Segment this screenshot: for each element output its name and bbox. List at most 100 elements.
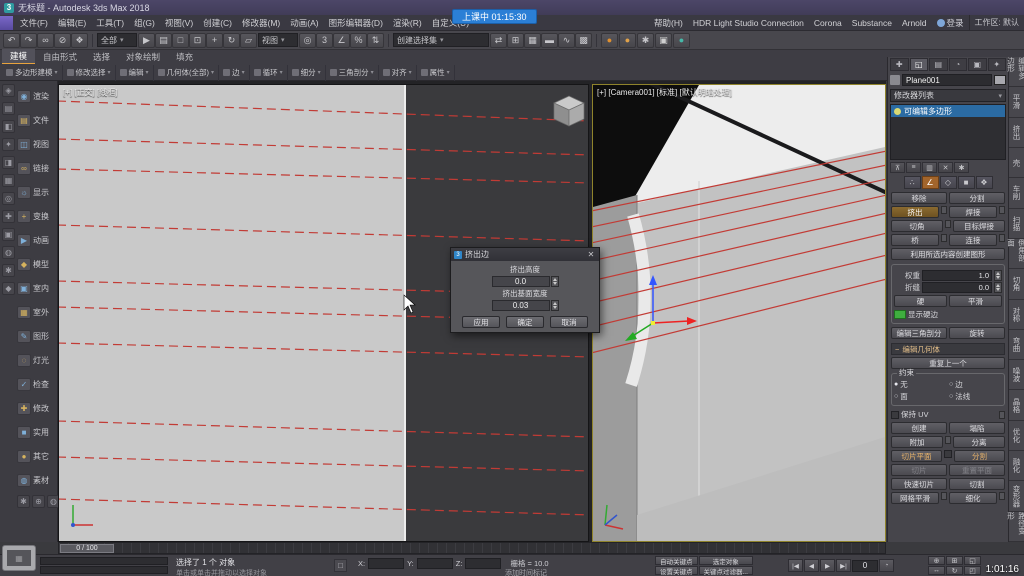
modifier-preset-button[interactable]: 编辑多边形: [1009, 57, 1024, 87]
play-button[interactable]: ▶: [820, 559, 835, 572]
schematic-view-icon[interactable]: ▩: [575, 33, 592, 48]
pan-icon[interactable]: ↔: [928, 566, 945, 575]
menu-item[interactable]: 组(G): [129, 15, 160, 31]
sidebar-mini-icon[interactable]: ◆: [2, 282, 15, 295]
menu-item[interactable]: 视图(V): [160, 15, 198, 31]
mirror-icon[interactable]: ⇄: [490, 33, 507, 48]
tessellate-settings-icon[interactable]: [999, 492, 1005, 500]
sidebar-mini-icon[interactable]: ✦: [2, 138, 15, 151]
make-unique-icon[interactable]: ▥: [922, 162, 937, 173]
modifier-stack[interactable]: 可编辑多边形: [890, 104, 1006, 160]
ribbon-tab[interactable]: 自由形式: [35, 50, 85, 64]
weld-button[interactable]: 焊接: [949, 206, 997, 218]
modifier-preset-button[interactable]: 优化: [1009, 421, 1024, 451]
ribbon-button[interactable]: 几何体(全部): [154, 65, 220, 81]
modifier-preset-button[interactable]: 切角: [1009, 269, 1024, 299]
sidebar-mini-icon[interactable]: ✱: [2, 264, 15, 277]
go-to-start-button[interactable]: |◀: [788, 559, 803, 572]
sidebar-extra-icon[interactable]: ⊕: [32, 495, 45, 508]
unlink-selection-icon[interactable]: ⊘: [54, 33, 71, 48]
rendered-frame-window-icon[interactable]: ▣: [655, 33, 672, 48]
ribbon-button[interactable]: 多边形建模: [2, 65, 63, 81]
ribbon-button[interactable]: 边: [219, 65, 250, 81]
selection-lock-icon[interactable]: □: [334, 559, 347, 572]
modifier-preset-button[interactable]: 融化: [1009, 451, 1024, 481]
sidebar-mini-icon[interactable]: ▦: [2, 174, 15, 187]
utilities-tab-icon[interactable]: ✦: [988, 58, 1007, 71]
modifier-preset-button[interactable]: 变形器: [1009, 481, 1024, 511]
modifier-preset-button[interactable]: 噪波: [1009, 360, 1024, 390]
webcam-overlay[interactable]: ▦: [2, 545, 36, 571]
modifier-preset-button[interactable]: 车削: [1009, 178, 1024, 208]
extrude-button[interactable]: 挤出: [891, 206, 939, 218]
curve-editor-icon[interactable]: ∿: [558, 33, 575, 48]
align-icon[interactable]: ⊞: [507, 33, 524, 48]
z-field[interactable]: [465, 558, 501, 569]
bind-to-space-warp-icon[interactable]: ❖: [71, 33, 88, 48]
constraint-face-radio[interactable]: 面: [894, 391, 947, 402]
percent-snap-icon[interactable]: %: [350, 33, 367, 48]
sidebar-mini-icon[interactable]: ◈: [2, 84, 15, 97]
set-key-button[interactable]: 设置关键点: [655, 566, 698, 575]
sidebar-mini-icon[interactable]: ▤: [2, 102, 15, 115]
time-tag-button[interactable]: 添加时间标记: [505, 568, 547, 576]
motion-tab-icon[interactable]: ◔: [949, 58, 968, 71]
constraint-edge-radio[interactable]: 边: [949, 379, 1002, 390]
menu-item[interactable]: 文件(F): [15, 15, 53, 31]
edge-mode-icon[interactable]: ∠: [922, 176, 939, 189]
select-and-move-icon[interactable]: +: [206, 33, 223, 48]
viewport-label[interactable]: [+] [Camera001] [标准] [默认明暗处理]: [597, 87, 732, 98]
ribbon-button[interactable]: 对齐: [379, 65, 417, 81]
render-production-icon[interactable]: ●: [673, 33, 690, 48]
maxscript-mini-listener[interactable]: [40, 557, 168, 575]
preserve-uv-checkbox[interactable]: [891, 411, 899, 419]
undo-icon[interactable]: ↶: [3, 33, 20, 48]
create-shape-button[interactable]: 利用所选内容创建图形: [891, 248, 1005, 260]
ribbon-button[interactable]: 循环: [250, 65, 288, 81]
ribbon-toggle-icon[interactable]: ▬: [541, 33, 558, 48]
object-color-icon[interactable]: [890, 75, 900, 85]
tessellate-button[interactable]: 细化: [949, 492, 997, 504]
zoom-icon[interactable]: ⊕: [928, 556, 945, 565]
sidebar-mini-icon[interactable]: ◎: [2, 192, 15, 205]
modifier-preset-button[interactable]: 晶格: [1009, 390, 1024, 420]
ribbon-button[interactable]: 属性: [417, 65, 455, 81]
object-name-field[interactable]: Plane001: [902, 74, 992, 86]
edit-geometry-rollout-header[interactable]: − 编辑几何体: [891, 343, 1005, 355]
modifier-preset-button[interactable]: 弯曲: [1009, 330, 1024, 360]
ribbon-tab[interactable]: 建模: [2, 49, 35, 64]
reset-plane-button[interactable]: 重置平面: [949, 464, 1005, 476]
ribbon-button[interactable]: 编辑: [116, 65, 154, 81]
use-pivot-point-icon[interactable]: ◎: [299, 33, 316, 48]
ribbon-tab[interactable]: 填充: [168, 50, 201, 64]
stack-item-editable-poly[interactable]: 可编辑多边形: [891, 105, 1005, 117]
modifier-preset-button[interactable]: 平滑: [1009, 87, 1024, 117]
chamfer-settings-icon[interactable]: [945, 220, 951, 228]
slice-plane-button[interactable]: 切片平面: [891, 450, 942, 462]
weight-field[interactable]: 1.0: [922, 270, 992, 281]
select-by-name-icon[interactable]: ▤: [155, 33, 172, 48]
modifier-preset-button[interactable]: 壳: [1009, 148, 1024, 178]
element-mode-icon[interactable]: ❖: [976, 176, 993, 189]
zoom-region-icon[interactable]: ◱: [964, 556, 981, 565]
selected-dropdown[interactable]: 选定对象: [699, 556, 753, 565]
workspace-selector[interactable]: 工作区: 默认: [969, 15, 1024, 31]
selection-filter-dropdown[interactable]: 全部: [97, 33, 137, 47]
sidebar-extra-icon[interactable]: ✱: [17, 495, 30, 508]
apply-button[interactable]: 应用: [462, 316, 500, 328]
menu-item[interactable]: 修改器(M): [237, 15, 285, 31]
angle-snap-icon[interactable]: ∠: [333, 33, 350, 48]
max-logo-icon[interactable]: [0, 16, 13, 30]
menu-item[interactable]: 动画(A): [285, 15, 323, 31]
chamfer-button[interactable]: 切角: [891, 220, 943, 232]
connect-settings-icon[interactable]: [999, 234, 1005, 242]
menu-item[interactable]: 编辑(E): [53, 15, 91, 31]
vertex-mode-icon[interactable]: ∴: [904, 176, 921, 189]
modifier-preset-button[interactable]: 对称: [1009, 300, 1024, 330]
previous-frame-button[interactable]: ◀: [804, 559, 819, 572]
sidebar-mini-icon[interactable]: ✚: [2, 210, 15, 223]
timeline-track[interactable]: 0 / 100: [58, 542, 886, 554]
preserve-uv-settings-icon[interactable]: [999, 411, 1005, 419]
hierarchy-tab-icon[interactable]: ▤: [929, 58, 948, 71]
split-checkbox[interactable]: [944, 450, 952, 458]
